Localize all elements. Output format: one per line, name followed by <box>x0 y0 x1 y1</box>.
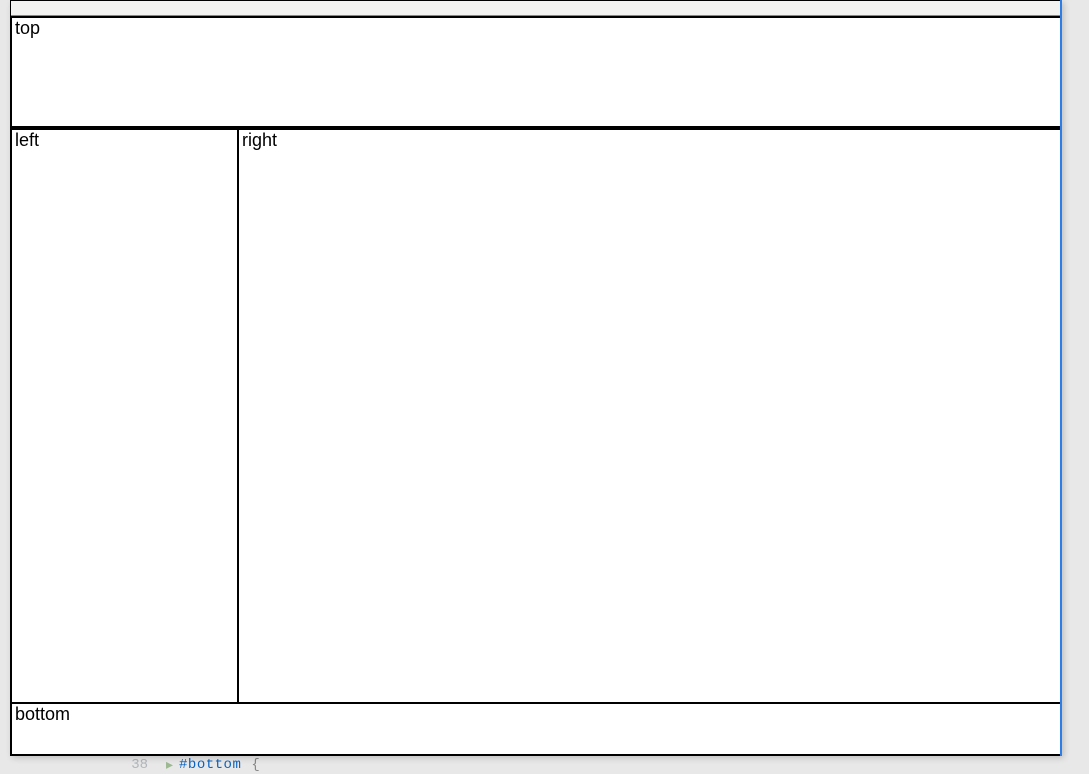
right-panel: right <box>237 128 1061 704</box>
left-panel: left <box>11 128 239 704</box>
top-panel: top <box>11 16 1061 128</box>
bottom-panel: bottom <box>11 702 1061 755</box>
bottom-panel-label: bottom <box>12 704 1060 726</box>
css-selector-text: #bottom <box>179 757 241 773</box>
open-brace: { <box>251 757 259 773</box>
right-panel-label: right <box>239 130 1060 152</box>
top-panel-label: top <box>12 18 1060 40</box>
line-number: 38 <box>106 757 166 773</box>
left-panel-label: left <box>12 130 237 152</box>
preview-window: top left right bottom <box>10 0 1062 756</box>
preview-header-strip <box>11 1 1061 16</box>
fold-toggle-icon: ▸ <box>166 757 173 774</box>
editor-code-peek: 38 ▸ #bottom { <box>106 757 260 773</box>
